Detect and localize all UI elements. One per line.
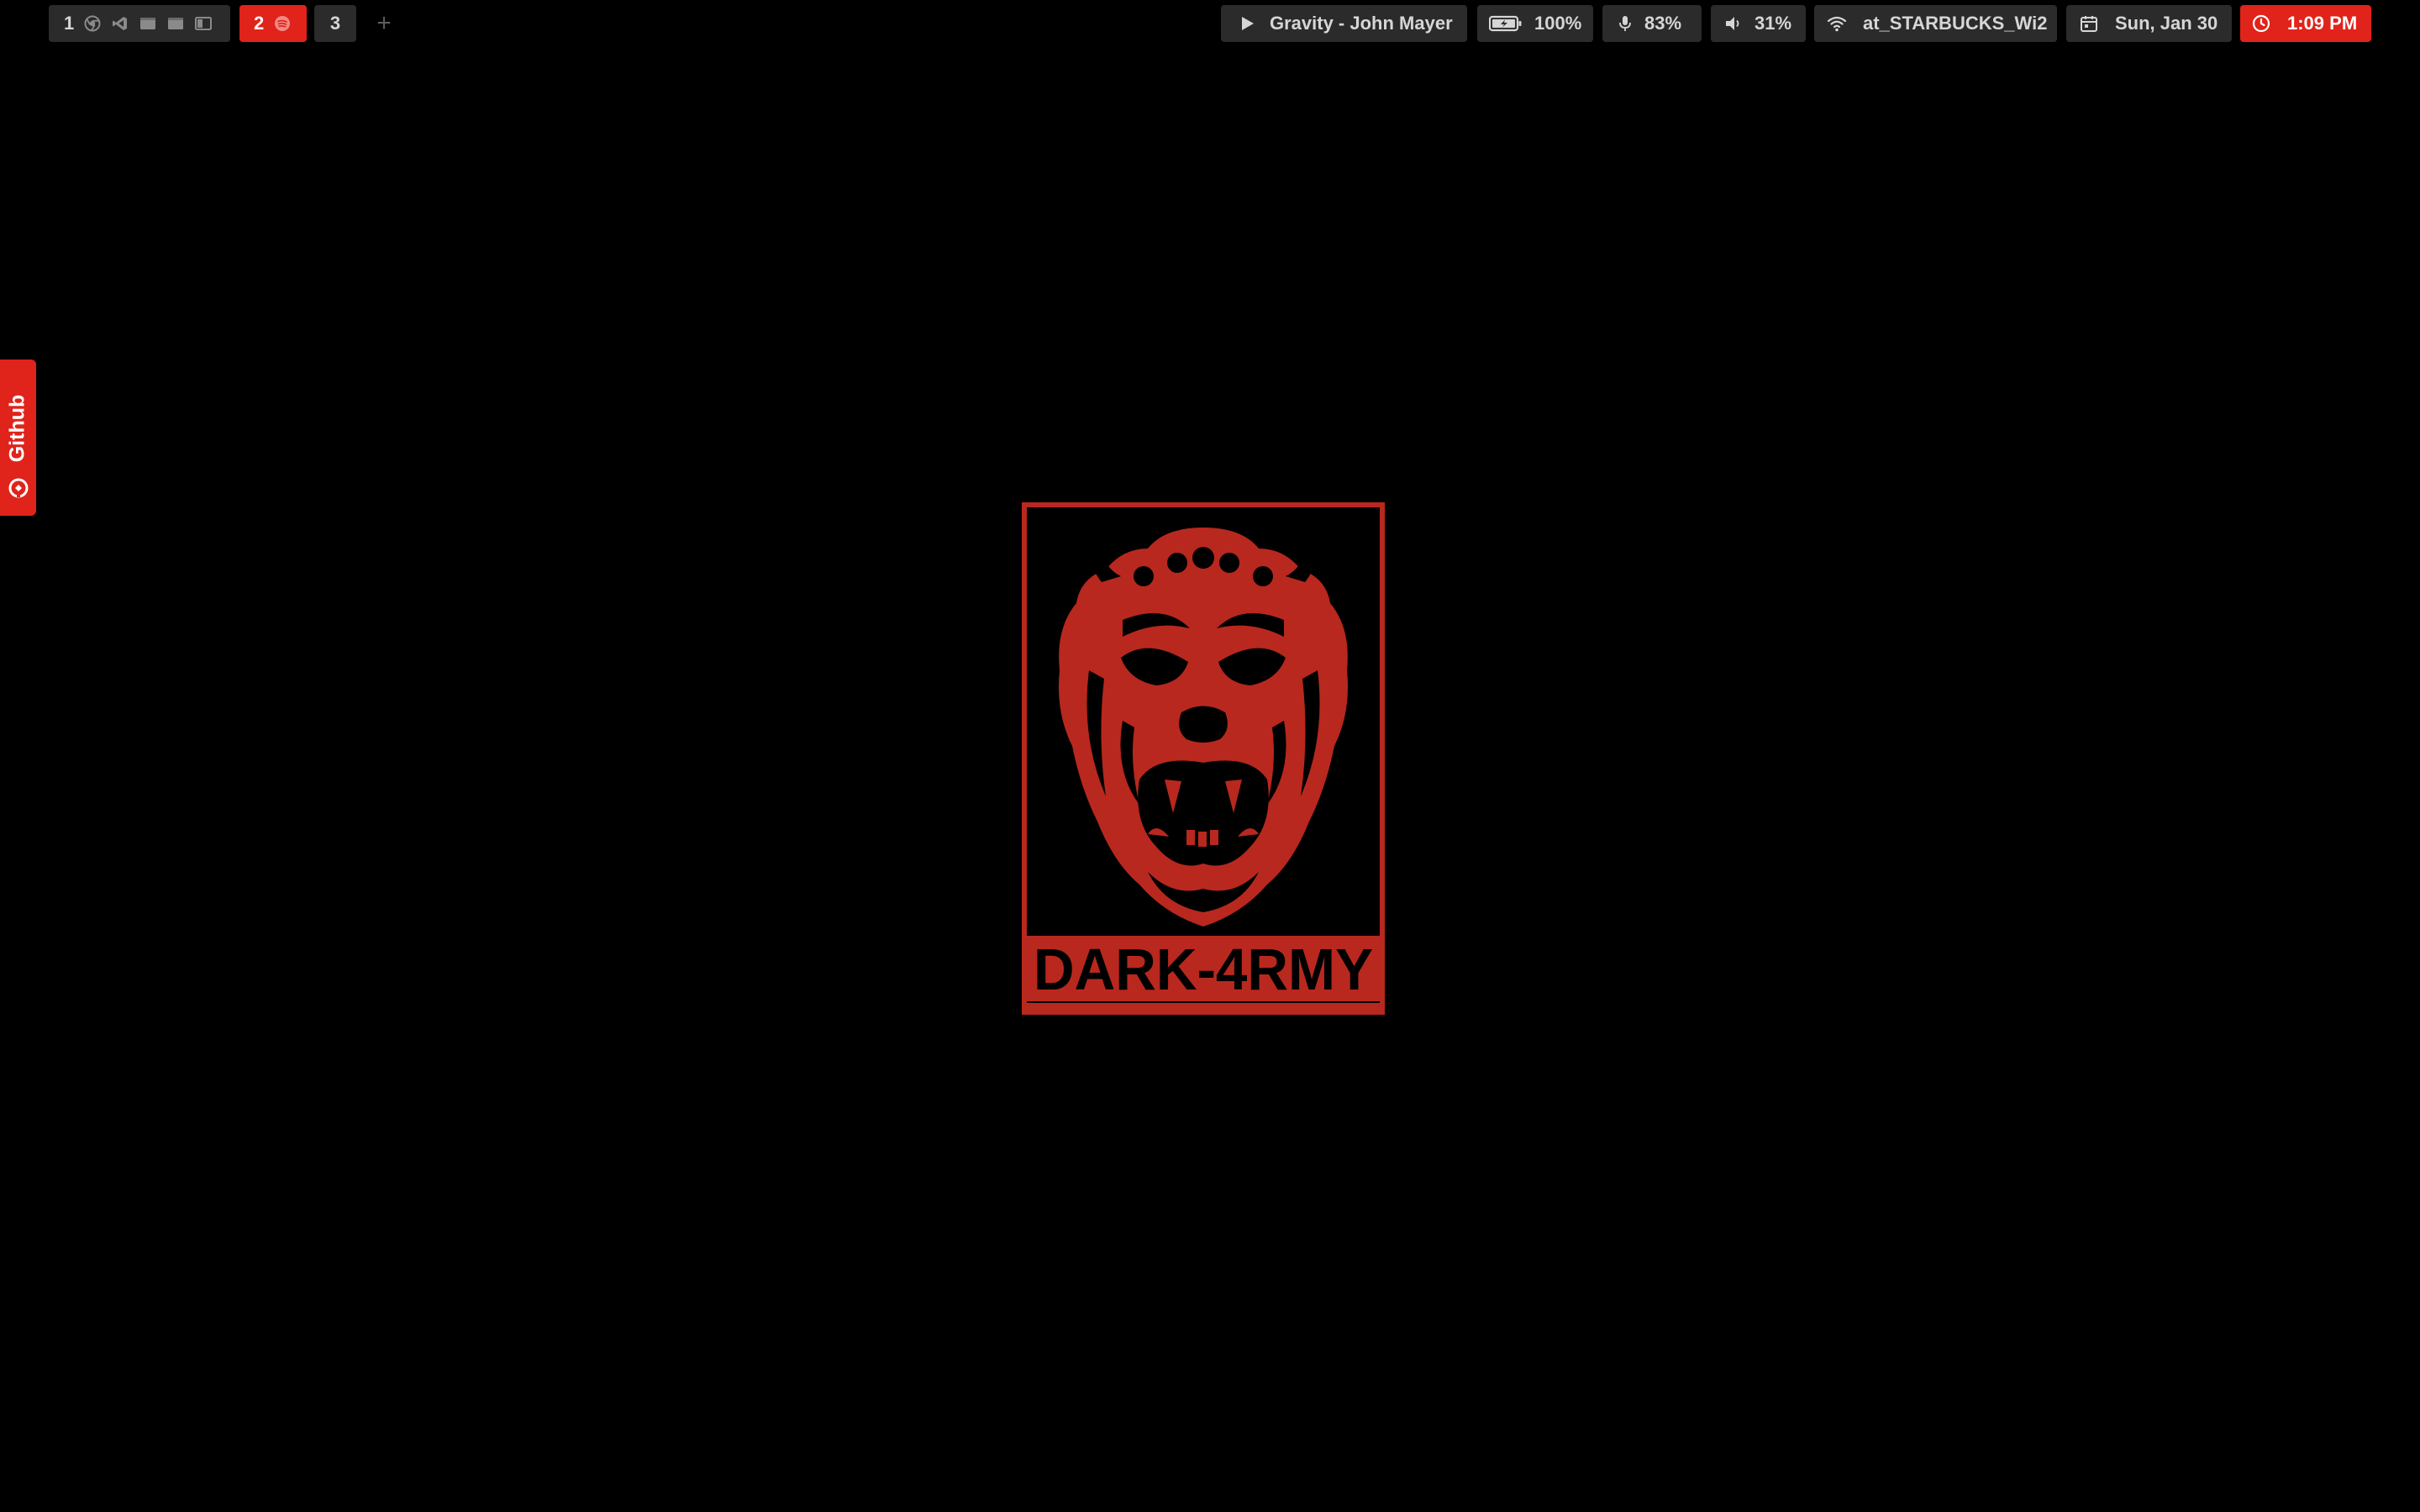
- calendar-icon: [2078, 13, 2100, 34]
- workspace-3-label: 3: [329, 13, 341, 34]
- clock-icon: [2250, 13, 2272, 34]
- window-icon: [139, 14, 157, 33]
- date-text: Sun, Jan 30: [2115, 13, 2218, 34]
- volume-text: 31%: [1754, 13, 1792, 34]
- dark-army-logo: rm-rf/ 黑暗的军队 DARK-4RMY: [1022, 502, 1385, 1015]
- vscode-icon: [111, 14, 129, 33]
- github-tab-label: Github: [5, 394, 29, 463]
- battery-charging-icon: [1489, 13, 1523, 34]
- logo-title: DARK-4RMY: [1034, 937, 1373, 1002]
- wifi-widget[interactable]: at_STARBUCKS_Wi2: [1814, 5, 2057, 42]
- clock-widget[interactable]: 1:09 PM: [2240, 5, 2371, 42]
- chrome-icon: [83, 14, 102, 33]
- volume-icon: [1723, 13, 1744, 34]
- terminal-icon: [194, 14, 213, 33]
- spotify-icon: [273, 14, 292, 33]
- oni-mask-icon: rm-rf/ 黑暗的军队 DARK-4RMY: [1022, 502, 1385, 1015]
- workspace-2[interactable]: 2: [239, 5, 307, 42]
- microphone-text: 83%: [1644, 13, 1682, 34]
- battery-text: 100%: [1534, 13, 1582, 34]
- now-playing-widget[interactable]: Gravity - John Mayer: [1221, 5, 1467, 42]
- add-workspace-button[interactable]: +: [370, 5, 398, 42]
- play-icon: [1236, 13, 1258, 34]
- microphone-widget[interactable]: 83%: [1602, 5, 1702, 42]
- workspace-1[interactable]: 1: [49, 5, 230, 42]
- microphone-icon: [1614, 13, 1636, 34]
- battery-widget[interactable]: 100%: [1477, 5, 1593, 42]
- menu-bar: 1 2 3 + Gravity - John Mayer 100% 83% 31…: [0, 0, 2420, 47]
- wifi-text: at_STARBUCKS_Wi2: [1863, 13, 2048, 34]
- workspace-3[interactable]: 3: [314, 5, 356, 42]
- now-playing-text: Gravity - John Mayer: [1270, 13, 1453, 34]
- logo-vertical-text: 黑暗的军队: [1354, 521, 1369, 584]
- logo-tagline: rm-rf/: [1037, 916, 1077, 933]
- github-side-tab[interactable]: Github: [0, 360, 36, 516]
- workspace-1-label: 1: [64, 13, 75, 34]
- workspace-2-label: 2: [254, 13, 265, 34]
- github-icon: [8, 477, 29, 499]
- clock-text: 1:09 PM: [2287, 13, 2358, 34]
- wifi-icon: [1826, 13, 1848, 34]
- window-icon: [166, 14, 185, 33]
- date-widget[interactable]: Sun, Jan 30: [2066, 5, 2232, 42]
- volume-widget[interactable]: 31%: [1711, 5, 1806, 42]
